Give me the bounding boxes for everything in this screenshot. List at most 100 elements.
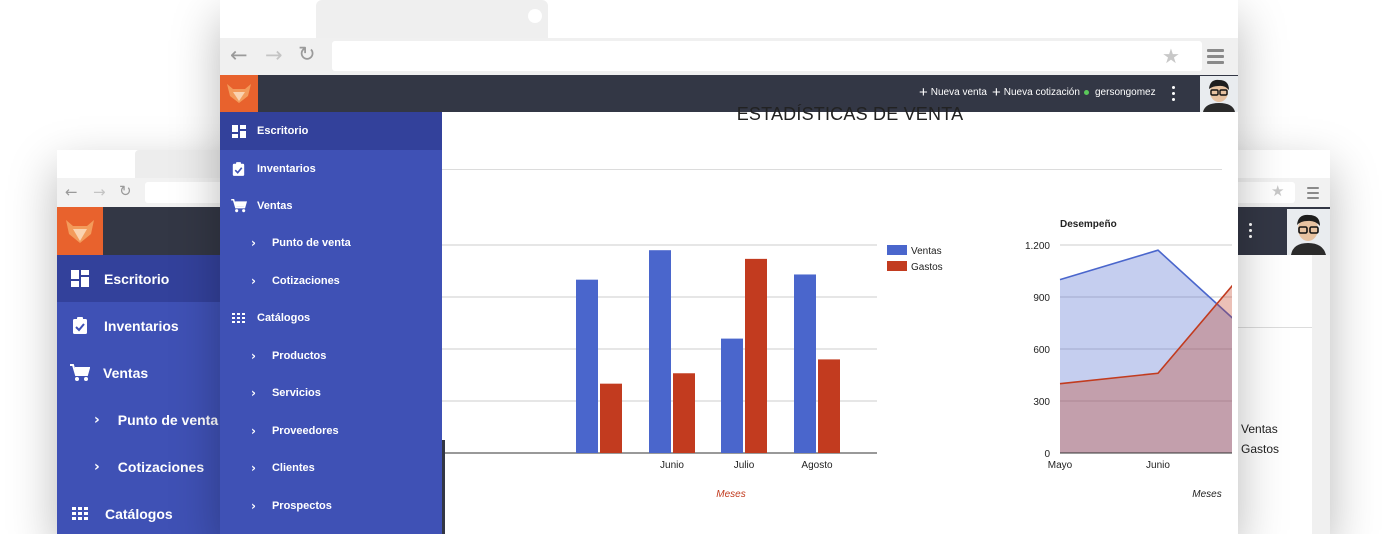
sidebar-item-proveedores[interactable]: › Proveedores — [220, 412, 442, 449]
legend-label: Gastos — [911, 262, 943, 273]
cart-icon — [231, 198, 248, 213]
sidebar-item-label: Cotizaciones — [271, 274, 340, 287]
sidebar-item-label: Ventas — [257, 199, 293, 212]
back-arrow-icon[interactable]: ← — [230, 43, 248, 67]
sidebar-item-punto-de-venta[interactable]: › Punto de venta — [220, 224, 442, 262]
bar-ventas-junio — [649, 250, 671, 453]
area-chart: Desempeño03006009001.200MayoJunioJulioAg… — [1025, 219, 1232, 500]
sidebar-item-escritorio[interactable]: Escritorio — [220, 112, 442, 150]
sidebar-item-inventarios[interactable]: Inventarios — [220, 150, 442, 187]
sidebar-item-label: Productos — [271, 349, 327, 362]
nueva-venta-label: Nueva venta — [930, 87, 987, 98]
sidebar-item-label: Proveedores — [271, 424, 339, 437]
bar-gastos-julio — [745, 258, 767, 453]
fox-logo-icon — [66, 220, 94, 243]
chevron-right-icon: › — [251, 498, 256, 513]
legend-label: Ventas — [911, 246, 942, 257]
chevron-right-icon: › — [251, 461, 256, 475]
bookmark-star-icon[interactable]: ★ — [1162, 44, 1180, 68]
sidebar-item-punto-de-venta[interactable]: › Punto de venta — [57, 396, 220, 443]
sidebar-item-label: Cotizaciones — [117, 458, 205, 475]
sidebar-item-ventas[interactable]: Ventas — [220, 187, 442, 224]
plus-icon: + — [992, 83, 1001, 101]
cart-icon — [70, 363, 91, 382]
forward-arrow-icon[interactable]: → — [265, 43, 283, 67]
chevron-right-icon: › — [94, 411, 100, 428]
back-arrow-icon[interactable]: ← — [65, 183, 78, 201]
sidebar-item-cotizaciones[interactable]: › Cotizaciones — [220, 262, 442, 299]
back-scrollbar[interactable] — [1312, 255, 1330, 534]
sidebar-item-label: Inventarios — [257, 162, 316, 175]
x-tick-label: Agosto — [801, 460, 833, 471]
nueva-cotizacion-button[interactable]: + Nueva cotización — [992, 83, 1080, 101]
bookmark-star-icon[interactable]: ★ — [1271, 182, 1284, 200]
bar-ventas-agosto — [794, 274, 816, 453]
back-legend-ventas: Ventas — [1241, 422, 1278, 436]
sidebar-item-servicios[interactable]: › Servicios — [220, 374, 442, 412]
username-label: gersongomez — [1095, 87, 1156, 98]
front-browser-window: ← → ↻ ★ + Nueva venta + Nueva cotización… — [220, 0, 1238, 534]
clipboard-check-icon — [232, 161, 245, 176]
reload-icon[interactable]: ↻ — [298, 42, 316, 66]
front-browser-tab[interactable] — [316, 0, 548, 40]
more-menu-icon[interactable] — [1172, 86, 1175, 104]
x-axis-title: Meses — [1192, 489, 1221, 500]
page-title: ESTADÍSTICAS DE VENTA — [736, 104, 964, 124]
sidebar-item-cotizaciones[interactable]: › Cotizaciones — [57, 443, 220, 490]
user-status[interactable]: gersongomez — [1084, 87, 1156, 98]
sidebar-item-catalogos[interactable]: Catálogos — [220, 299, 442, 337]
front-address-bar[interactable] — [332, 41, 1202, 71]
y-tick-label: 1.200 — [1025, 241, 1050, 252]
chart-title: Desempeño — [1060, 219, 1117, 230]
front-browser-toolbar: ← → ↻ ★ — [220, 38, 1238, 75]
legend-swatch-gastos — [887, 261, 907, 271]
plus-icon: + — [919, 83, 928, 101]
fox-logo-icon — [227, 84, 251, 103]
title-divider — [442, 169, 1222, 170]
x-tick-label: Junio — [1146, 460, 1170, 471]
y-tick-label: 900 — [1033, 293, 1050, 304]
back-more-menu-icon[interactable] — [1249, 223, 1252, 241]
sidebar-item-inventarios[interactable]: Inventarios — [57, 302, 220, 349]
chevron-right-icon: › — [251, 423, 256, 438]
bar-ventas-mayo — [576, 279, 598, 453]
tab-indicator — [528, 9, 542, 23]
reload-icon[interactable]: ↻ — [119, 182, 132, 200]
sidebar-item-catalogos[interactable]: Catálogos — [57, 490, 220, 534]
sidebar-item-clientes[interactable]: › Clientes — [220, 449, 442, 487]
bar-ventas-julio — [721, 338, 743, 453]
sidebar-item-productos[interactable]: › Productos — [220, 337, 442, 374]
x-tick-label: Junio — [660, 460, 684, 471]
sidebar-edge — [442, 440, 445, 534]
back-legend-gastos: Gastos — [1241, 442, 1280, 456]
x-axis-title: Meses — [716, 489, 745, 500]
sidebar-item-escritorio[interactable]: Escritorio — [57, 255, 220, 302]
sidebar-item-label: Catálogos — [257, 312, 311, 324]
fox-logo[interactable] — [57, 207, 103, 255]
browser-menu-icon[interactable] — [1207, 49, 1224, 64]
grid-icon — [232, 313, 245, 323]
x-tick-label: Julio — [734, 460, 755, 471]
sidebar-item-ventas[interactable]: Ventas — [57, 349, 220, 396]
browser-menu-icon[interactable] — [1307, 187, 1319, 199]
nueva-venta-button[interactable]: + Nueva venta — [919, 83, 987, 101]
sidebar-item-label: Catálogos — [105, 505, 173, 522]
fox-logo[interactable] — [220, 75, 258, 112]
y-tick-label: 300 — [1033, 397, 1050, 408]
dashboard-icon — [71, 270, 89, 287]
sidebar-item-label: Punto de venta — [271, 237, 351, 249]
sidebar-item-label: Inventarios — [104, 317, 179, 334]
avatar[interactable] — [1200, 76, 1238, 112]
back-avatar[interactable] — [1287, 209, 1330, 255]
online-status-icon — [1084, 90, 1089, 95]
y-tick-label: 0 — [1044, 449, 1050, 460]
sidebar-item-label: Prospectos — [271, 499, 332, 512]
bar-chart: Junio Julio Agosto Meses Ventas Gastos — [442, 244, 943, 500]
bar-gastos-junio — [673, 373, 695, 453]
sidebar-item-label: Escritorio — [257, 125, 309, 137]
chevron-right-icon: › — [94, 458, 100, 475]
forward-arrow-icon[interactable]: → — [93, 183, 106, 201]
dashboard-icon — [232, 124, 246, 138]
chevron-right-icon: › — [251, 386, 256, 400]
sidebar-item-prospectos[interactable]: › Prospectos — [220, 487, 442, 524]
